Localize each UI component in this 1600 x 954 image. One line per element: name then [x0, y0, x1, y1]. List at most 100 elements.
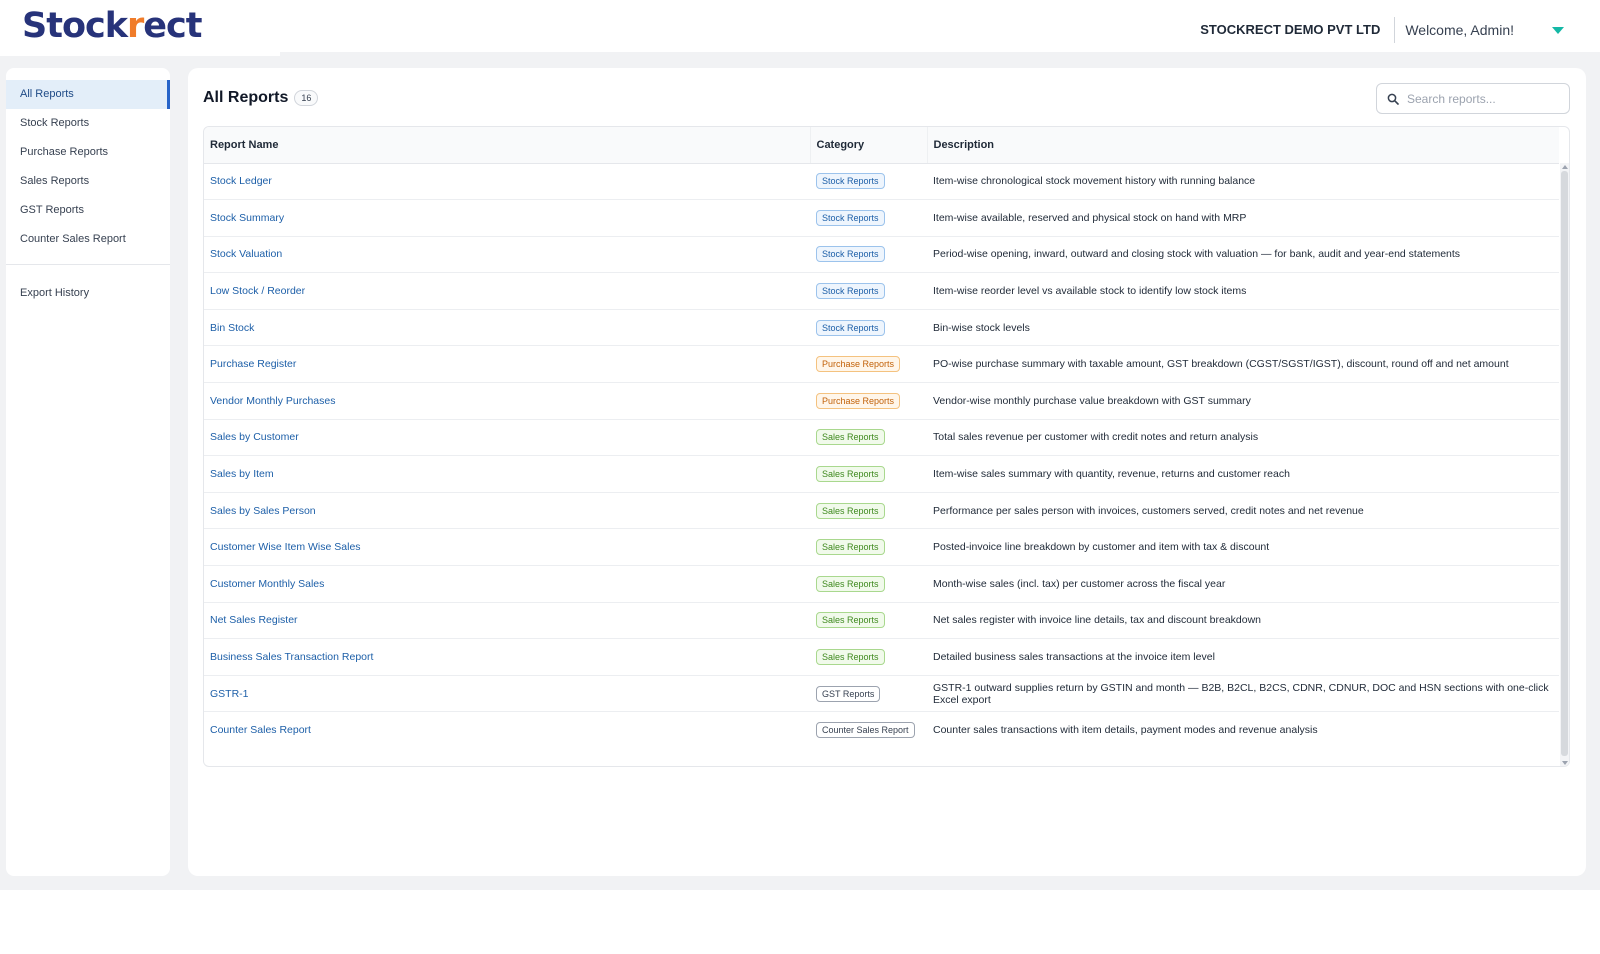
category-badge: Stock Reports [816, 173, 885, 190]
sidebar-item-all-reports[interactable]: All Reports [6, 80, 170, 109]
table-row[interactable]: Stock Valuation Stock Reports Period-wise … [204, 236, 1559, 274]
header-underline [0, 52, 280, 56]
report-name-link[interactable]: Counter Sales Report [210, 724, 311, 736]
sidebar-item-stock-reports[interactable]: Stock Reports [6, 109, 170, 138]
table-row[interactable]: Net Sales Register Sales Reports Net sales… [204, 602, 1559, 640]
page-title: All Reports [203, 89, 289, 106]
scroll-up-icon[interactable] [1562, 165, 1568, 169]
report-name-cell: Purchase Register [204, 345, 810, 384]
category-cell: Sales Reports [810, 602, 927, 640]
table-row[interactable]: Business Sales Transaction Report Sales R… [204, 638, 1559, 676]
report-name-link[interactable]: Net Sales Register [210, 614, 298, 626]
category-cell: Sales Reports [810, 492, 927, 530]
report-name-link[interactable]: Sales by Customer [210, 431, 299, 443]
logo-text-check: r [127, 6, 144, 46]
table-row[interactable]: Sales by Sales Person Sales Reports Perfor… [204, 492, 1559, 530]
report-name-link[interactable]: Customer Monthly Sales [210, 578, 324, 590]
search-box[interactable] [1376, 83, 1570, 114]
category-badge: Sales Reports [816, 466, 885, 483]
reports-panel: All Reports 16 Report Name Category Desc… [188, 68, 1586, 876]
table-header-row: Report Name Category Description [204, 127, 1559, 164]
report-name-link[interactable]: Purchase Register [210, 358, 296, 370]
description-cell: Total sales revenue per customer with cr… [927, 419, 1559, 457]
category-badge: Stock Reports [816, 283, 885, 300]
header-user-area: STOCKRECT DEMO PVT LTD Welcome, Admin! [1200, 0, 1564, 60]
sidebar-item-gst-reports[interactable]: GST Reports [6, 196, 170, 225]
category-cell: GST Reports [810, 675, 927, 713]
table-row[interactable]: Counter Sales Report Counter Sales Report… [204, 712, 1559, 749]
category-cell: Purchase Reports [810, 382, 927, 420]
column-header-category[interactable]: Category [810, 127, 928, 164]
page-title-group: All Reports 16 [203, 89, 319, 107]
report-name-link[interactable]: Sales by Sales Person [210, 505, 316, 517]
category-cell: Sales Reports [810, 638, 927, 676]
category-badge: Stock Reports [816, 246, 885, 263]
report-name-link[interactable]: Vendor Monthly Purchases [210, 395, 336, 407]
category-cell: Counter Sales Report [810, 712, 927, 749]
report-name-link[interactable]: Bin Stock [210, 322, 254, 334]
report-name-link[interactable]: Stock Valuation [210, 248, 282, 260]
search-input[interactable] [1407, 91, 1557, 106]
description-cell: Performance per sales person with invoic… [927, 492, 1559, 530]
column-header-description[interactable]: Description [927, 127, 1559, 164]
report-name-link[interactable]: Business Sales Transaction Report [210, 651, 373, 663]
category-cell: Sales Reports [810, 528, 927, 567]
report-name-link[interactable]: GSTR-1 [210, 688, 249, 700]
category-cell: Stock Reports [810, 272, 927, 310]
report-name-cell: Stock Valuation [204, 236, 810, 274]
welcome-text: Welcome, Admin! [1405, 22, 1514, 38]
report-name-cell: Low Stock / Reorder [204, 272, 810, 310]
report-name-cell: Counter Sales Report [204, 712, 810, 749]
category-badge: Stock Reports [816, 209, 885, 226]
report-name-link[interactable]: Stock Ledger [210, 175, 272, 187]
report-name-cell: Customer Wise Item Wise Sales [204, 528, 810, 567]
table-row[interactable]: Purchase Register Purchase Reports PO-wise… [204, 345, 1559, 384]
search-icon [1387, 93, 1399, 105]
category-cell: Sales Reports [810, 455, 927, 493]
sidebar-item-purchase-reports[interactable]: Purchase Reports [6, 138, 170, 167]
report-name-cell: Sales by Customer [204, 419, 810, 457]
table-row[interactable]: GSTR-1 GST Reports GSTR-1 outward supplies… [204, 675, 1559, 713]
category-cell: Stock Reports [810, 199, 927, 237]
stockrect-logo[interactable]: Stockrect [22, 6, 203, 46]
report-name-cell: Business Sales Transaction Report [204, 638, 810, 676]
sidebar-item-export-history[interactable]: Export History [6, 279, 170, 308]
category-cell: Sales Reports [810, 565, 927, 603]
category-badge: Purchase Reports [816, 392, 901, 409]
report-name-link[interactable]: Customer Wise Item Wise Sales [210, 541, 361, 553]
logo-text-ect: ect [143, 6, 202, 46]
category-badge: Purchase Reports [816, 356, 901, 373]
category-badge: Sales Reports [816, 649, 885, 666]
report-name-cell: Stock Summary [204, 199, 810, 237]
description-cell: Bin-wise stock levels [927, 309, 1559, 347]
category-cell: Purchase Reports [810, 345, 927, 384]
report-name-cell: Customer Monthly Sales [204, 565, 810, 603]
category-badge: GST Reports [816, 685, 881, 702]
report-name-link[interactable]: Stock Summary [210, 212, 284, 224]
table-row[interactable]: Stock Summary Stock Reports Item-wise avai… [204, 199, 1559, 237]
sidebar-item-counter-sales-report[interactable]: Counter Sales Report [6, 225, 170, 254]
chevron-down-icon[interactable] [1552, 26, 1564, 34]
report-count-badge: 16 [294, 90, 319, 106]
description-cell: Counter sales transactions with item det… [933, 724, 1318, 737]
scrollbar-thumb[interactable] [1561, 171, 1568, 756]
category-badge: Sales Reports [816, 575, 885, 592]
table-row[interactable]: Customer Monthly Sales Sales Reports Month… [204, 565, 1559, 603]
category-badge: Sales Reports [816, 429, 885, 446]
category-cell: Stock Reports [810, 309, 927, 347]
sidebar: All Reports Stock Reports Purchase Repor… [6, 68, 170, 876]
table-row[interactable]: Sales by Item Sales Reports Item-wise sale… [204, 455, 1559, 493]
sidebar-item-sales-reports[interactable]: Sales Reports [6, 167, 170, 196]
description-cell: Vendor-wise monthly purchase value break… [927, 382, 1559, 420]
report-name-link[interactable]: Low Stock / Reorder [210, 285, 305, 297]
table-row[interactable]: Bin Stock Stock Reports Bin-wise stock lev… [204, 309, 1559, 347]
table-row[interactable]: Stock Ledger Stock Reports Item-wise chron… [204, 163, 1559, 201]
table-row[interactable]: Vendor Monthly Purchases Purchase Reports… [204, 382, 1559, 420]
table-row[interactable]: Customer Wise Item Wise Sales Sales Repor… [204, 528, 1559, 567]
report-name-link[interactable]: Sales by Item [210, 468, 274, 480]
table-row[interactable]: Sales by Customer Sales Reports Total sale… [204, 419, 1559, 457]
table-row[interactable]: Low Stock / Reorder Stock Reports Item-wis… [204, 272, 1559, 310]
scroll-down-icon[interactable] [1562, 761, 1568, 765]
table-scrollbar[interactable] [1560, 163, 1569, 766]
column-header-report-name[interactable]: Report Name [204, 127, 811, 164]
